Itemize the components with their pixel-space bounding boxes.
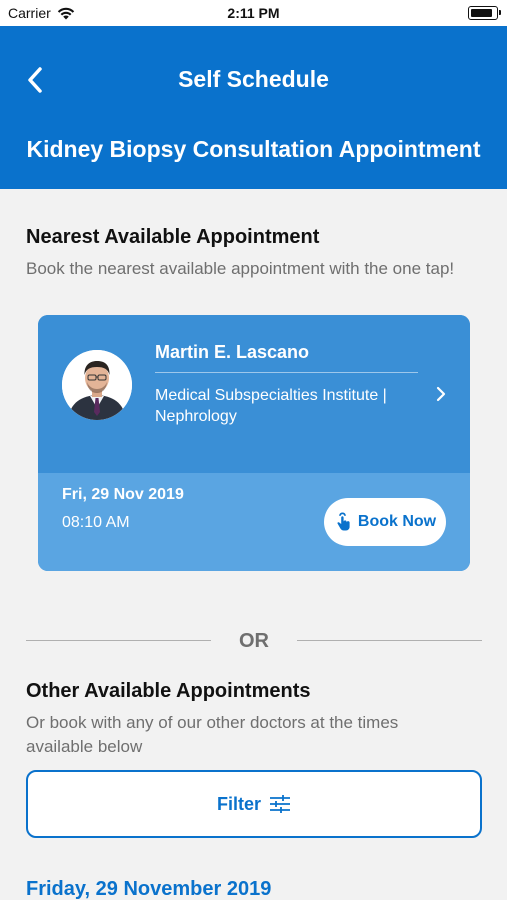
appointment-time: 08:10 AM bbox=[62, 514, 130, 531]
doctor-avatar bbox=[62, 350, 132, 420]
book-now-label: Book Now bbox=[357, 513, 437, 530]
nearest-appointment-card: Martin E. Lascano Medical Subspecialties… bbox=[38, 315, 470, 571]
status-time: 2:11 PM bbox=[227, 5, 280, 21]
doctor-institute: Medical Subspecialties Institute | Nephr… bbox=[155, 387, 387, 425]
appointment-type-title: Kidney Biopsy Consultation Appointment bbox=[26, 136, 481, 162]
chevron-right-icon bbox=[436, 386, 446, 402]
separator-line-right bbox=[297, 640, 482, 641]
other-appointments-description: Or book with any of our other doctors at… bbox=[26, 713, 399, 756]
appointment-slot-row: Fri, 29 Nov 2019 08:10 AM Book Now bbox=[38, 473, 470, 571]
doctor-name: Martin E. Lascano bbox=[155, 342, 310, 362]
filter-sliders-icon bbox=[270, 795, 290, 813]
status-bar: Carrier 2:11 PM bbox=[0, 0, 507, 26]
battery-icon bbox=[468, 6, 501, 20]
filter-button[interactable]: Filter bbox=[26, 770, 482, 838]
date-group-heading: Friday, 29 November 2019 bbox=[26, 878, 272, 900]
or-separator: OR bbox=[26, 628, 482, 654]
battery-level bbox=[471, 9, 492, 17]
nearest-appointment-heading: Nearest Available Appointment bbox=[26, 226, 320, 248]
book-now-button[interactable]: Book Now bbox=[324, 498, 446, 546]
card-divider bbox=[155, 372, 418, 373]
or-label: OR bbox=[239, 630, 269, 652]
tap-hand-icon bbox=[337, 512, 350, 531]
page-title: Self Schedule bbox=[178, 66, 329, 92]
other-appointments-heading: Other Available Appointments bbox=[26, 680, 311, 702]
nearest-appointment-description: Book the nearest available appointment w… bbox=[26, 259, 455, 278]
filter-label: Filter bbox=[216, 793, 261, 814]
doctor-info-row[interactable]: Martin E. Lascano Medical Subspecialties… bbox=[38, 315, 470, 473]
header-bar: Self Schedule Kidney Biopsy Consultation… bbox=[0, 26, 507, 189]
appointment-date: Fri, 29 Nov 2019 bbox=[62, 486, 184, 503]
